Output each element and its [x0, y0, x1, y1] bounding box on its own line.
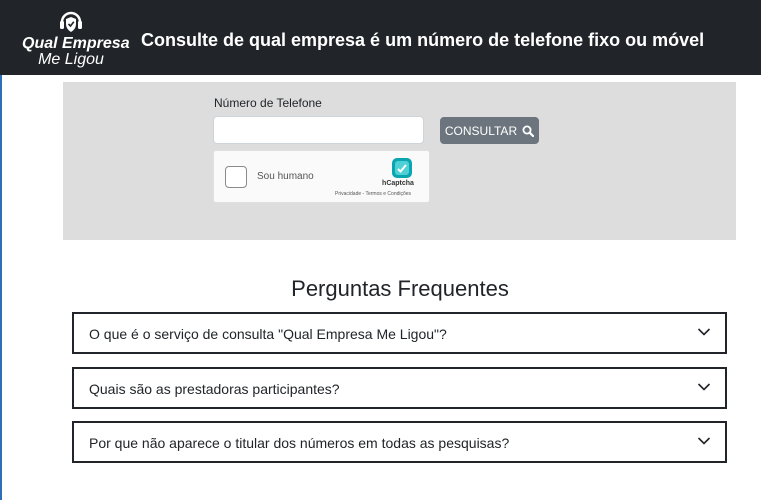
faq-title: Perguntas Frequentes — [291, 276, 509, 301]
faq-item-providers[interactable]: Quais são as prestadoras participantes? — [72, 367, 727, 409]
consult-button[interactable]: CONSULTAR — [440, 117, 539, 144]
site-logo[interactable]: Qual Empresa Me Ligou — [22, 8, 130, 68]
page-title: Consulte de qual empresa é um número de … — [141, 30, 705, 50]
faq-question: Por que não aparece o titular dos número… — [89, 435, 510, 451]
phone-input[interactable] — [213, 116, 424, 144]
consult-button-label: CONSULTAR — [444, 123, 518, 138]
faq-item-holder[interactable]: Por que não aparece o titular dos número… — [72, 421, 727, 463]
faq-question: Quais são as prestadoras participantes? — [89, 381, 340, 397]
hcaptcha-links[interactable]: Privacidade - Termos e Condições — [335, 191, 411, 197]
logo-text-line2: Me Ligou — [38, 51, 104, 68]
chevron-down-icon — [697, 383, 711, 391]
chevron-down-icon — [697, 328, 711, 336]
faq-item-service[interactable]: O que é o serviço de consulta "Qual Empr… — [72, 312, 727, 354]
faq-question: O que é o serviço de consulta "Qual Empr… — [89, 326, 447, 342]
phone-label: Número de Telefone — [214, 96, 322, 110]
headset-shield-icon — [60, 11, 82, 32]
site-header: Qual Empresa Me Ligou Consulte de qual e… — [0, 0, 761, 75]
chevron-down-icon — [697, 437, 711, 445]
hcaptcha-brand: hCaptcha — [382, 180, 414, 187]
human-checkbox-label: Sou humano — [257, 171, 314, 182]
lookup-form-panel: Número de Telefone CONSULTAR Sou humano … — [63, 82, 736, 240]
hcaptcha-logo-icon — [392, 158, 412, 178]
search-icon — [522, 125, 535, 137]
hcaptcha-widget: Sou humano hCaptcha Privacidade - Termos… — [213, 150, 430, 203]
human-checkbox[interactable] — [225, 166, 247, 188]
window-edge — [0, 0, 2, 500]
